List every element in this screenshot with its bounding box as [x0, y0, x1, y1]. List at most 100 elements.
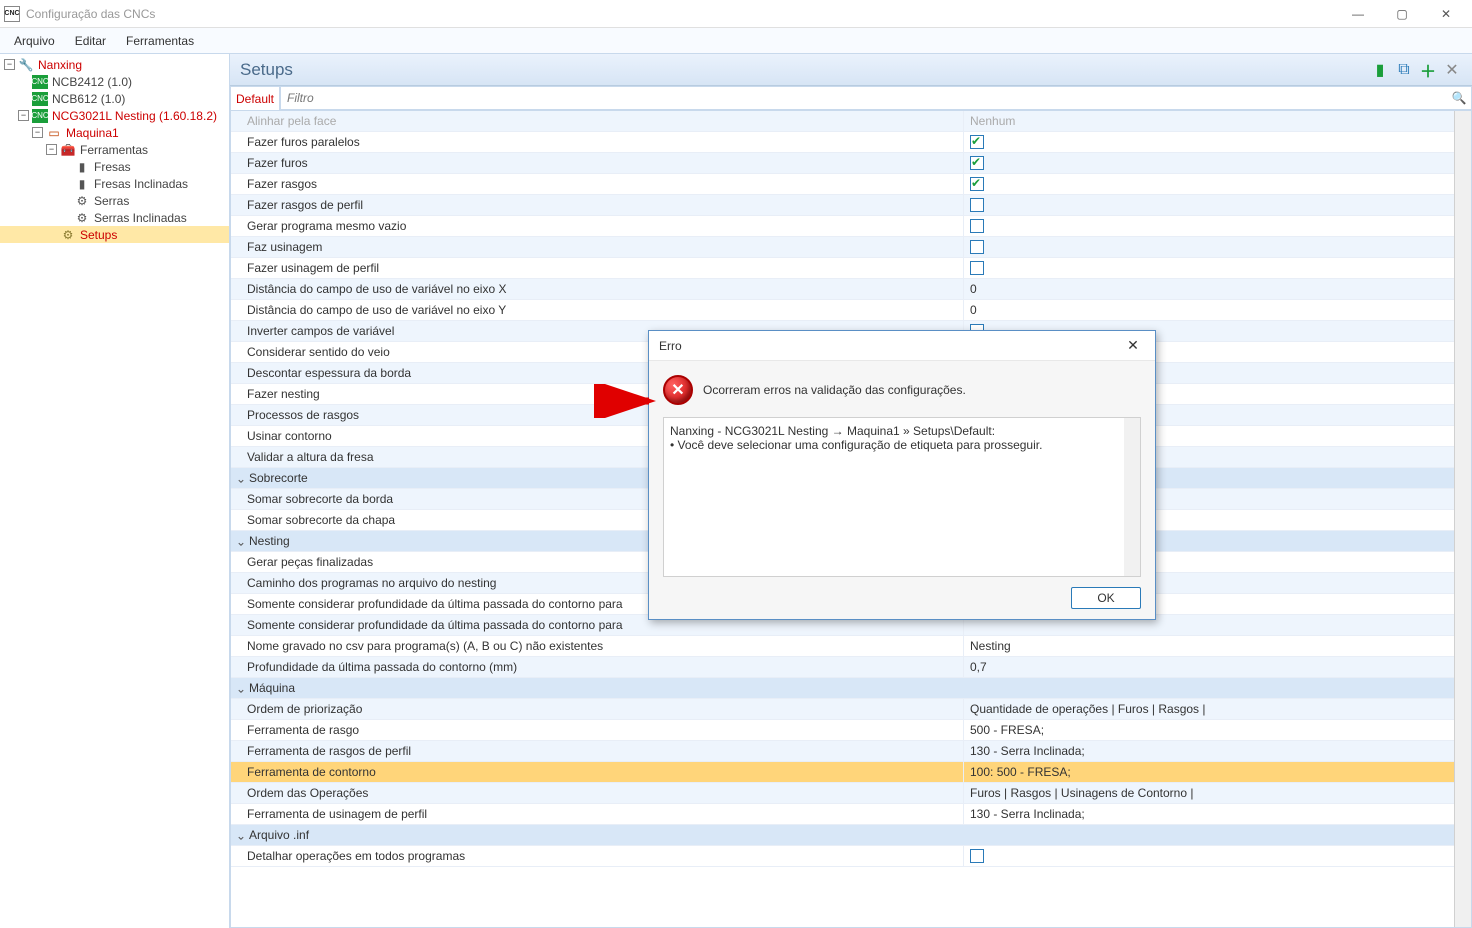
tree-serras-inclinadas[interactable]: ⚙Serras Inclinadas — [0, 209, 229, 226]
collapse-icon[interactable]: − — [4, 59, 15, 70]
tool-icon: ▮ — [74, 177, 90, 191]
collapse-icon[interactable]: − — [32, 127, 43, 138]
machine-icon: CNC — [32, 109, 48, 123]
details-line: • Você deve selecionar uma configuração … — [670, 438, 1134, 452]
section-label: Máquina — [249, 681, 295, 695]
checkbox[interactable] — [970, 177, 984, 191]
property-value[interactable]: 0 — [963, 279, 1454, 299]
property-value[interactable] — [963, 195, 1454, 215]
property-row[interactable]: Gerar programa mesmo vazio — [231, 216, 1454, 237]
collapse-icon[interactable]: − — [46, 144, 57, 155]
property-row[interactable]: Ordem das OperaçõesFuros | Rasgos | Usin… — [231, 783, 1454, 804]
tree-label: NCB2412 (1.0) — [52, 75, 132, 89]
section-label: Sobrecorte — [249, 471, 308, 485]
property-value[interactable] — [963, 174, 1454, 194]
property-value[interactable]: Nenhum — [963, 111, 1454, 131]
property-value[interactable]: 0,7 — [963, 657, 1454, 677]
property-row[interactable]: Fazer furos paralelos — [231, 132, 1454, 153]
menubar: Arquivo Editar Ferramentas — [0, 28, 1472, 54]
filter-input[interactable] — [281, 87, 1447, 109]
property-row[interactable]: Profundidade da última passada do contor… — [231, 657, 1454, 678]
tree-setups[interactable]: ⚙Setups — [0, 226, 229, 243]
property-value[interactable]: 130 - Serra Inclinada; — [963, 741, 1454, 761]
property-row[interactable]: Ordem de priorizaçãoQuantidade de operaç… — [231, 699, 1454, 720]
tree-ncb612[interactable]: CNCNCB612 (1.0) — [0, 90, 229, 107]
property-row[interactable]: Ferramenta de rasgos de perfil130 - Serr… — [231, 741, 1454, 762]
maximize-button[interactable]: ▢ — [1380, 0, 1424, 28]
checkbox[interactable] — [970, 198, 984, 212]
tab-default[interactable]: Default — [230, 86, 280, 110]
tree-fresas[interactable]: ▮Fresas — [0, 158, 229, 175]
ok-button[interactable]: OK — [1071, 587, 1141, 609]
property-value[interactable]: Nesting — [963, 636, 1454, 656]
property-label: Somente considerar profundidade da últim… — [231, 618, 963, 632]
property-row[interactable]: Alinhar pela faceNenhum — [231, 111, 1454, 132]
property-value[interactable] — [963, 846, 1454, 866]
scrollbar[interactable] — [1454, 111, 1471, 927]
property-label: Fazer rasgos — [231, 177, 963, 191]
section-row[interactable]: ⌃Arquivo .inf — [231, 825, 1454, 846]
tree-serras[interactable]: ⚙Serras — [0, 192, 229, 209]
collapse-icon[interactable]: − — [18, 110, 29, 121]
property-value[interactable]: 100: 500 - FRESA; — [963, 762, 1454, 782]
tree-ncg[interactable]: −CNCNCG3021L Nesting (1.60.18.2) — [0, 107, 229, 124]
property-value[interactable]: Furos | Rasgos | Usinagens de Contorno | — [963, 783, 1454, 803]
section-caret-icon[interactable]: ⌃ — [233, 828, 249, 842]
property-row[interactable]: Fazer furos — [231, 153, 1454, 174]
section-row[interactable]: ⌃Máquina — [231, 678, 1454, 699]
property-row[interactable]: Detalhar operações em todos programas — [231, 846, 1454, 867]
property-label: Ferramenta de rasgos de perfil — [231, 744, 963, 758]
menu-editar[interactable]: Editar — [65, 30, 116, 52]
checkbox[interactable] — [970, 261, 984, 275]
checkbox[interactable] — [970, 135, 984, 149]
property-value[interactable] — [963, 237, 1454, 257]
tree-ferramentas[interactable]: −🧰Ferramentas — [0, 141, 229, 158]
section-caret-icon[interactable]: ⌃ — [233, 681, 249, 695]
property-value[interactable]: 130 - Serra Inclinada; — [963, 804, 1454, 824]
tree-maquina1[interactable]: −▭Maquina1 — [0, 124, 229, 141]
property-value[interactable]: 0 — [963, 300, 1454, 320]
property-label: Fazer furos — [231, 156, 963, 170]
property-row[interactable]: Ferramenta de contorno100: 500 - FRESA; — [231, 762, 1454, 783]
tree-label: Serras — [94, 194, 129, 208]
property-row[interactable]: Faz usinagem — [231, 237, 1454, 258]
add-icon[interactable]: ＋ — [1418, 60, 1438, 80]
menu-ferramentas[interactable]: Ferramentas — [116, 30, 204, 52]
tree-fresas-inclinadas[interactable]: ▮ Fresas Inclinadas — [0, 175, 229, 192]
property-value[interactable] — [963, 153, 1454, 173]
info-icon[interactable]: ▮ — [1370, 60, 1390, 80]
property-row[interactable]: Ferramenta de usinagem de perfil130 - Se… — [231, 804, 1454, 825]
dialog-close-icon[interactable]: ✕ — [1121, 334, 1145, 358]
tree-label: Fresas Inclinadas — [94, 177, 188, 191]
checkbox[interactable] — [970, 219, 984, 233]
checkbox[interactable] — [970, 849, 984, 863]
search-icon[interactable]: 🔍 — [1447, 91, 1471, 105]
tree-root[interactable]: −🔧Nanxing — [0, 56, 229, 73]
property-row[interactable]: Fazer usinagem de perfil — [231, 258, 1454, 279]
property-row[interactable]: Fazer rasgos de perfil — [231, 195, 1454, 216]
section-caret-icon[interactable]: ⌃ — [233, 471, 249, 485]
property-value[interactable] — [963, 216, 1454, 236]
property-row[interactable]: Fazer rasgos — [231, 174, 1454, 195]
checkbox[interactable] — [970, 240, 984, 254]
tree-ncb2412[interactable]: CNCNCB2412 (1.0) — [0, 73, 229, 90]
copy-icon[interactable]: ⧉ — [1394, 60, 1414, 80]
property-row[interactable]: Distância do campo de uso de variável no… — [231, 279, 1454, 300]
property-value[interactable]: 500 - FRESA; — [963, 720, 1454, 740]
close-icon[interactable]: ✕ — [1442, 60, 1462, 80]
property-row[interactable]: Ferramenta de rasgo500 - FRESA; — [231, 720, 1454, 741]
property-row[interactable]: Nome gravado no csv para programa(s) (A,… — [231, 636, 1454, 657]
property-value[interactable]: Quantidade de operações | Furos | Rasgos… — [963, 699, 1454, 719]
property-value[interactable] — [963, 132, 1454, 152]
checkbox[interactable] — [970, 156, 984, 170]
close-button[interactable]: ✕ — [1424, 0, 1468, 28]
window-title: Configuração das CNCs — [26, 7, 1336, 21]
property-row[interactable]: Distância do campo de uso de variável no… — [231, 300, 1454, 321]
property-label: Distância do campo de uso de variável no… — [231, 282, 963, 296]
property-value[interactable] — [963, 258, 1454, 278]
menu-arquivo[interactable]: Arquivo — [4, 30, 65, 52]
machine-icon: CNC — [32, 92, 48, 106]
minimize-button[interactable]: — — [1336, 0, 1380, 28]
section-caret-icon[interactable]: ⌃ — [233, 534, 249, 548]
details-scrollbar[interactable] — [1124, 418, 1140, 576]
